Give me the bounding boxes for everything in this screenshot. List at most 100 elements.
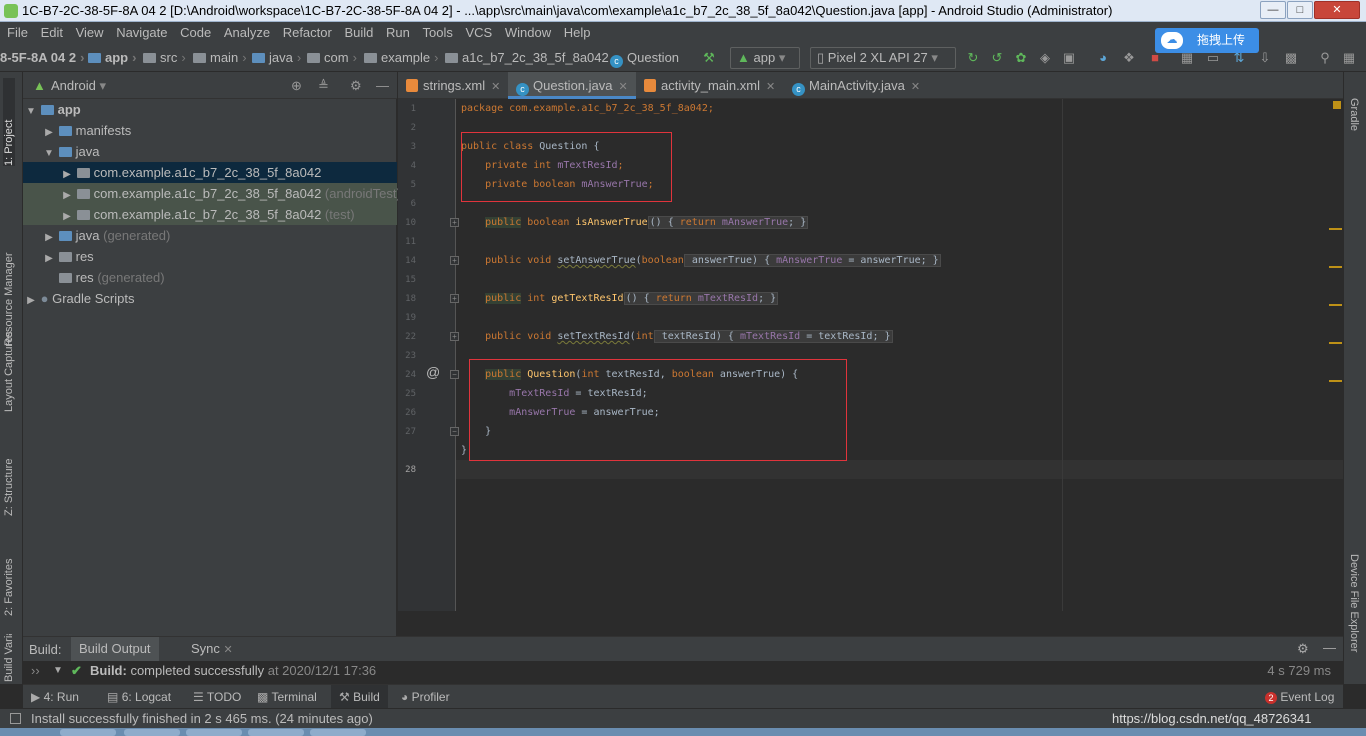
breadcrumb-project[interactable]: 8-5F-8A 04 2 ›: [0, 44, 84, 72]
fold-icon[interactable]: −: [450, 427, 459, 436]
close-button[interactable]: ✕: [1314, 1, 1360, 19]
fold-icon[interactable]: +: [450, 218, 459, 227]
warning-stripe[interactable]: [1329, 380, 1342, 382]
gear-icon[interactable]: ⚙: [1297, 641, 1309, 657]
menu-build[interactable]: Build: [344, 25, 373, 40]
search-icon[interactable]: ⚲: [1318, 51, 1332, 65]
breadcrumb-question[interactable]: c Question: [610, 44, 679, 72]
profile-icon[interactable]: ◈: [1038, 51, 1052, 65]
tab-project[interactable]: 1: Project: [3, 78, 15, 166]
project-structure-icon[interactable]: ▦: [1180, 51, 1194, 65]
warning-stripe[interactable]: [1329, 228, 1342, 230]
tab-favorites[interactable]: 2: Favorites: [3, 534, 15, 616]
menu-view[interactable]: View: [76, 25, 104, 40]
fold-icon[interactable]: +: [450, 294, 459, 303]
tool-terminal[interactable]: ▩ Terminal: [257, 685, 317, 709]
menu-code[interactable]: Code: [180, 25, 211, 40]
tab-build-variants[interactable]: Build Variants: [3, 634, 15, 682]
minimize-button[interactable]: —: [1260, 1, 1286, 19]
menu-edit[interactable]: Edit: [41, 25, 63, 40]
fold-icon[interactable]: +: [450, 332, 459, 341]
apply-code-changes-icon[interactable]: ↺: [990, 51, 1004, 65]
tree-item-res[interactable]: ▶ res: [23, 246, 397, 267]
expand-icon[interactable]: ››: [31, 661, 40, 681]
tab-strings-xml[interactable]: strings.xml ✕: [398, 72, 508, 99]
stop-icon[interactable]: ■: [1148, 51, 1162, 65]
collapse-all-icon[interactable]: ≜: [318, 72, 329, 99]
toggle-tool-windows-icon[interactable]: [10, 713, 21, 724]
apply-changes-icon[interactable]: ↻: [966, 51, 980, 65]
tab-layout-captures[interactable]: Layout Captures: [3, 308, 15, 412]
gear-icon[interactable]: ⚙: [350, 72, 362, 99]
maximize-button[interactable]: □: [1287, 1, 1313, 19]
tab-device-file-explorer[interactable]: Device File Explorer: [1348, 554, 1360, 652]
menu-help[interactable]: Help: [564, 25, 591, 40]
warning-stripe[interactable]: [1329, 266, 1342, 268]
taskbar-item[interactable]: [60, 729, 116, 736]
warning-stripe[interactable]: [1329, 304, 1342, 306]
taskbar-item[interactable]: [310, 729, 366, 736]
inspection-status-icon[interactable]: [1333, 101, 1341, 109]
run-config-selector[interactable]: ▲ app ▾: [730, 47, 800, 69]
menu-analyze[interactable]: Analyze: [224, 25, 270, 40]
tab-main-activity-java[interactable]: c MainActivity.java ✕: [784, 72, 924, 99]
tab-question-java[interactable]: c Question.java ✕: [508, 72, 636, 99]
tree-item-app[interactable]: ▼ app: [23, 99, 397, 120]
more-icon[interactable]: ▦: [1342, 51, 1356, 65]
taskbar-item[interactable]: [124, 729, 180, 736]
breadcrumb-src[interactable]: src ›: [143, 44, 186, 72]
tree-item-gradle-scripts[interactable]: ▶ ● Gradle Scripts: [23, 288, 397, 309]
coverage-icon[interactable]: ▣: [1062, 51, 1076, 65]
breadcrumb-java[interactable]: java ›: [252, 44, 301, 72]
sdk-manager-icon[interactable]: ⇩: [1258, 51, 1272, 65]
tree-item-res-generated[interactable]: res (generated): [23, 267, 397, 288]
tree-item-java[interactable]: ▼ java: [23, 141, 397, 162]
tab-gradle[interactable]: Gradle: [1348, 98, 1360, 131]
breadcrumb-package[interactable]: a1c_b7_2c_38_5f_8a042›: [445, 44, 617, 72]
menu-tools[interactable]: Tools: [423, 25, 453, 40]
warning-stripe[interactable]: [1329, 342, 1342, 344]
tree-item-test-package[interactable]: ▶ com.example.a1c_b7_2c_38_5f_8a042 (tes…: [23, 204, 397, 225]
breadcrumb-app[interactable]: app ›: [88, 44, 136, 72]
debug-process-icon[interactable]: ❖: [1122, 51, 1136, 65]
fold-icon[interactable]: −: [450, 370, 459, 379]
fold-icon[interactable]: +: [450, 256, 459, 265]
menu-window[interactable]: Window: [505, 25, 551, 40]
tree-item-android-test-package[interactable]: ▶ com.example.a1c_b7_2c_38_5f_8a042 (and…: [23, 183, 401, 204]
hammer-icon[interactable]: ⚒: [702, 51, 716, 65]
tree-item-java-generated[interactable]: ▶ java (generated): [23, 225, 397, 246]
menu-file[interactable]: File: [7, 25, 28, 40]
build-status-row[interactable]: ›› ▼ ✔ Build: completed successfully at …: [23, 661, 1343, 685]
avd-manager-icon[interactable]: ▭: [1206, 51, 1220, 65]
tab-structure[interactable]: Z: Structure: [3, 432, 15, 516]
upload-button[interactable]: ☁ 拖拽上传: [1155, 28, 1259, 53]
taskbar-item[interactable]: [248, 729, 304, 736]
tool-run[interactable]: ▶ 4: Run: [31, 685, 79, 709]
tab-activity-main-xml[interactable]: activity_main.xml ✕: [636, 72, 784, 99]
taskbar-item[interactable]: [186, 729, 242, 736]
breadcrumb-main[interactable]: main ›: [193, 44, 247, 72]
breadcrumb-com[interactable]: com ›: [307, 44, 357, 72]
sync-gradle-icon[interactable]: ⇅: [1232, 51, 1246, 65]
locate-icon[interactable]: ⊕: [291, 72, 302, 99]
tool-logcat[interactable]: ▤ 6: Logcat: [107, 685, 171, 709]
hide-icon[interactable]: —: [376, 72, 389, 99]
tab-sync[interactable]: Sync ✕: [185, 637, 239, 661]
debug-icon[interactable]: ✿: [1014, 51, 1028, 65]
menu-run[interactable]: Run: [386, 25, 410, 40]
tree-item-main-package[interactable]: ▶ com.example.a1c_b7_2c_38_5f_8a042: [23, 162, 397, 183]
override-icon[interactable]: @: [426, 364, 440, 380]
collapse-icon[interactable]: ▼: [53, 661, 63, 681]
tool-event-log[interactable]: 2 Event Log: [1265, 685, 1334, 709]
breadcrumb-example[interactable]: example ›: [364, 44, 438, 72]
tool-todo[interactable]: ☰ TODO: [193, 685, 241, 709]
tree-item-manifests[interactable]: ▶ manifests: [23, 120, 397, 141]
project-view-selector[interactable]: Android ▾: [51, 72, 106, 99]
hide-panel-icon[interactable]: —: [1323, 640, 1336, 655]
menu-refactor[interactable]: Refactor: [283, 25, 332, 40]
menu-navigate[interactable]: Navigate: [116, 25, 167, 40]
menu-vcs[interactable]: VCS: [465, 25, 492, 40]
layout-inspector-icon[interactable]: ▩: [1284, 51, 1298, 65]
tool-build[interactable]: ⚒ Build: [331, 685, 388, 709]
attach-debugger-icon[interactable]: ◕: [1096, 51, 1110, 65]
